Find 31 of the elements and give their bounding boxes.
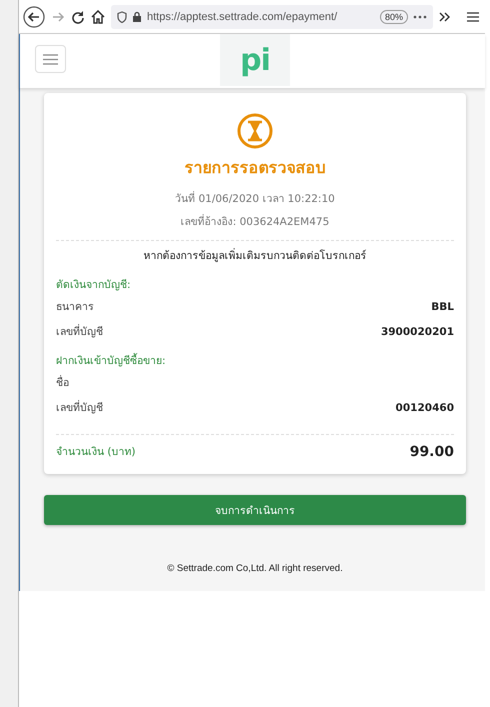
field-label: เลขที่บัญชี: [56, 399, 103, 416]
section-title: ตัดเงินจากบัญชี:: [56, 278, 132, 293]
back-icon[interactable]: [23, 6, 45, 28]
home-icon[interactable]: [91, 10, 105, 24]
field-label: ธนาคาร: [56, 300, 94, 315]
overflow-icon[interactable]: [439, 12, 451, 22]
copyright-text: © Settrade.com Co,Ltd. All right reserved.: [166, 563, 344, 574]
field-value: BBL: [431, 300, 454, 312]
address-bar[interactable]: https://apptest.settrade.com/epayment/ 80%: [111, 4, 433, 28]
notice-text: หากต้องการข้อมูลเพิ่มเติมรบกวนติดต่อโบรกเกอร์: [142, 247, 368, 264]
reload-icon[interactable]: [71, 10, 85, 24]
field-value: 3900020201: [380, 326, 454, 338]
status-title: รายการรอตรวจสอบ: [184, 157, 326, 179]
more-icon[interactable]: [413, 14, 427, 18]
field-value: 00120460: [396, 402, 454, 414]
lock-icon: [132, 10, 142, 22]
menu-icon: [43, 54, 58, 64]
reference-number: เลขที่อ้างอิง: 003624A2EM475: [180, 213, 330, 230]
url-text: https://apptest.settrade.com/epayment/: [147, 10, 338, 22]
field-label: ชื่อ: [56, 374, 69, 391]
section-title: ฝากเงินเข้าบัญชีซื้อขาย:: [56, 352, 167, 369]
amount-value: 99.00: [410, 444, 454, 460]
field-label: เลขที่บัญชี: [56, 323, 103, 340]
finish-button[interactable]: จบการดำเนินการ: [44, 495, 466, 525]
zoom-level[interactable]: 80%: [380, 10, 408, 24]
menu-icon[interactable]: [467, 12, 479, 22]
hourglass-icon: [237, 113, 273, 149]
menu-button[interactable]: [35, 45, 66, 73]
transaction-datetime: วันที่ 01/06/2020 เวลา 10:22:10: [175, 190, 335, 207]
amount-label: จำนวนเงิน (บาท): [56, 445, 136, 460]
shield-icon: [117, 10, 127, 22]
